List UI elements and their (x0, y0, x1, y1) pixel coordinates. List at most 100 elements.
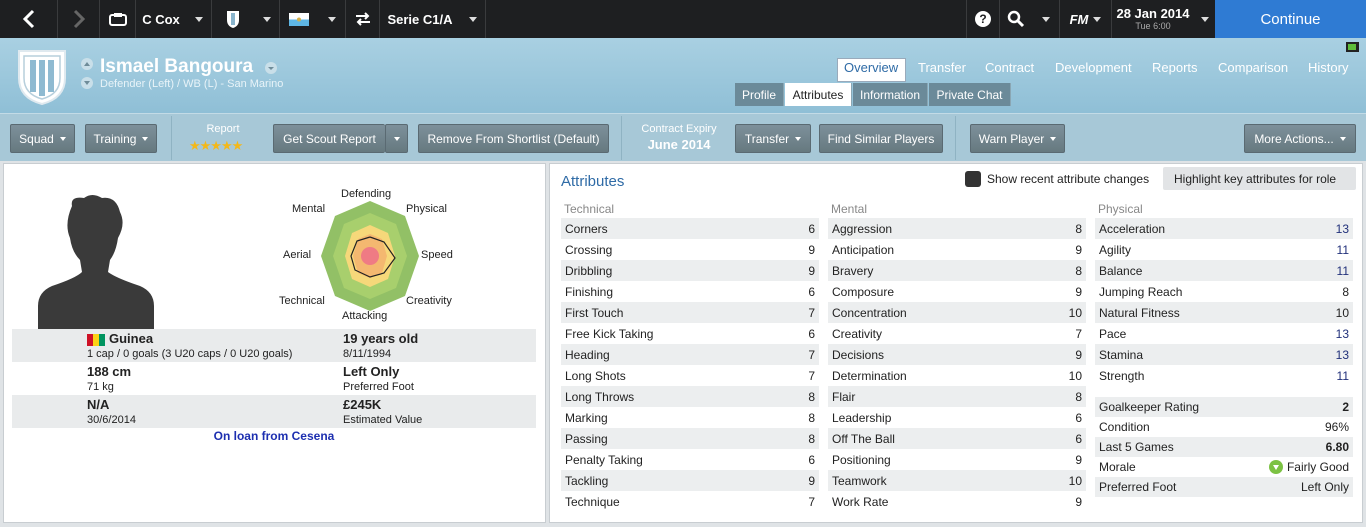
attribute-row[interactable]: Corners 6 (561, 218, 819, 239)
get-scout-report-button[interactable]: Get Scout Report (273, 124, 385, 153)
show-changes-checkbox[interactable] (965, 171, 981, 187)
search-dropdown[interactable] (1032, 0, 1060, 38)
remove-shortlist-button[interactable]: Remove From Shortlist (Default) (418, 124, 609, 153)
attribute-row[interactable]: Work Rate 9 (828, 491, 1086, 512)
club-button[interactable] (212, 0, 254, 38)
top-bar: C Cox Serie C1/A ? FM 28 Jan 2014 Tue 6:… (0, 0, 1366, 38)
attribute-row[interactable]: First Touch 7 (561, 302, 819, 323)
attribute-row[interactable]: Leadership 6 (828, 407, 1086, 428)
find-similar-button[interactable]: Find Similar Players (819, 124, 943, 153)
fm-menu[interactable]: FM (1060, 0, 1112, 38)
attribute-row[interactable]: Aggression 8 (828, 218, 1086, 239)
club-badge-icon (227, 11, 239, 28)
scout-report-dropdown[interactable] (385, 124, 408, 153)
competition-menu[interactable]: Serie C1/A (380, 0, 460, 38)
training-button[interactable]: Training (85, 124, 157, 153)
swap-arrows-icon (355, 12, 370, 26)
player-silhouette-icon (38, 195, 154, 330)
attribute-row[interactable]: Marking 8 (561, 407, 819, 428)
search-button[interactable] (1000, 0, 1032, 38)
tab-contract[interactable]: Contract (985, 60, 1034, 75)
back-button[interactable] (0, 0, 58, 38)
highlight-role-dropdown[interactable]: Highlight key attributes for role (1163, 167, 1356, 190)
attribute-row[interactable]: Crossing 9 (561, 239, 819, 260)
attribute-row[interactable]: Teamwork 10 (828, 470, 1086, 491)
weight: 71 kg (87, 381, 114, 393)
attribute-row[interactable]: Long Throws 8 (561, 386, 819, 407)
continue-button[interactable]: Continue (1215, 0, 1366, 38)
attribute-row[interactable]: Natural Fitness 10 (1095, 302, 1353, 323)
attribute-name: Strength (1099, 368, 1145, 383)
attribute-name: Concentration (832, 305, 907, 320)
attribute-row[interactable]: Anticipation 9 (828, 239, 1086, 260)
tab-comparison[interactable]: Comparison (1218, 60, 1288, 75)
attribute-value: 9 (808, 263, 815, 278)
radar-label-physical: Physical (406, 203, 447, 215)
attribute-name: Natural Fitness (1099, 305, 1180, 320)
manager-menu[interactable]: C Cox (136, 0, 186, 38)
tab-history[interactable]: History (1308, 60, 1348, 75)
attribute-row[interactable]: Dribbling 9 (561, 260, 819, 281)
attribute-row[interactable]: Penalty Taking 6 (561, 449, 819, 470)
attribute-row[interactable]: Pace 13 (1095, 323, 1353, 344)
warn-player-button[interactable]: Warn Player (970, 124, 1065, 153)
attribute-name: Anticipation (832, 242, 895, 257)
attribute-row[interactable]: Agility 11 (1095, 239, 1353, 260)
attribute-row[interactable]: Bravery 8 (828, 260, 1086, 281)
attribute-row[interactable]: Passing 8 (561, 428, 819, 449)
subtab-information[interactable]: Information (853, 83, 928, 106)
attribute-row[interactable]: Flair 8 (828, 386, 1086, 407)
forward-button[interactable] (58, 0, 100, 38)
player-menu-icon[interactable] (264, 61, 278, 75)
attribute-row[interactable]: Jumping Reach 8 (1095, 281, 1353, 302)
attribute-row[interactable]: Composure 9 (828, 281, 1086, 302)
squad-button[interactable]: Squad (10, 124, 75, 153)
attribute-row[interactable]: Positioning 9 (828, 449, 1086, 470)
attribute-value: 10 (1068, 305, 1082, 320)
training-label: Training (93, 131, 137, 146)
attribute-row[interactable]: Stamina 13 (1095, 344, 1353, 365)
attribute-value: 8 (1342, 284, 1349, 299)
previous-player-icon[interactable] (81, 58, 93, 70)
nation-dropdown[interactable] (318, 0, 346, 38)
more-actions-button[interactable]: More Actions... (1244, 124, 1356, 153)
transfers-button[interactable] (346, 0, 380, 38)
tab-development[interactable]: Development (1055, 60, 1132, 75)
home-button[interactable] (100, 0, 136, 38)
attribute-row[interactable]: Balance 11 (1095, 260, 1353, 281)
attribute-row[interactable]: Technique 7 (561, 491, 819, 512)
date-dropdown[interactable] (1194, 0, 1215, 38)
attribute-row[interactable]: Strength 11 (1095, 365, 1353, 386)
competition-dropdown[interactable] (460, 0, 486, 38)
nation-button[interactable] (280, 0, 318, 38)
tab-transfer[interactable]: Transfer (918, 60, 966, 75)
next-player-icon[interactable] (81, 77, 93, 89)
subtab-private-chat[interactable]: Private Chat (929, 83, 1011, 106)
loan-info-link[interactable]: On loan from Cesena (12, 429, 536, 443)
attribute-row[interactable]: Off The Ball 6 (828, 428, 1086, 449)
transfer-button[interactable]: Transfer (735, 124, 811, 153)
estimated-value: £245K (343, 397, 382, 412)
help-button[interactable]: ? (966, 0, 1000, 38)
attribute-value: 7 (808, 305, 815, 320)
subtab-attributes[interactable]: Attributes (785, 83, 852, 106)
tab-reports[interactable]: Reports (1152, 60, 1198, 75)
club-dropdown[interactable] (254, 0, 280, 38)
attribute-row[interactable]: Tackling 9 (561, 470, 819, 491)
attribute-row[interactable]: Finishing 6 (561, 281, 819, 302)
attribute-row[interactable]: Creativity 7 (828, 323, 1086, 344)
attribute-row[interactable]: Free Kick Taking 6 (561, 323, 819, 344)
attribute-row[interactable]: Long Shots 7 (561, 365, 819, 386)
attribute-row[interactable]: Concentration 10 (828, 302, 1086, 323)
manager-dropdown[interactable] (186, 0, 212, 38)
contract-expiry-value: June 2014 (647, 137, 711, 152)
nationality[interactable]: Guinea (109, 331, 153, 346)
summary-name: Morale (1099, 460, 1136, 474)
attribute-row[interactable]: Heading 7 (561, 344, 819, 365)
chevron-down-icon (795, 136, 802, 141)
attribute-row[interactable]: Acceleration 13 (1095, 218, 1353, 239)
subtab-profile[interactable]: Profile (735, 83, 784, 106)
attribute-row[interactable]: Determination 10 (828, 365, 1086, 386)
attribute-row[interactable]: Decisions 9 (828, 344, 1086, 365)
attribute-value: 6 (808, 452, 815, 467)
